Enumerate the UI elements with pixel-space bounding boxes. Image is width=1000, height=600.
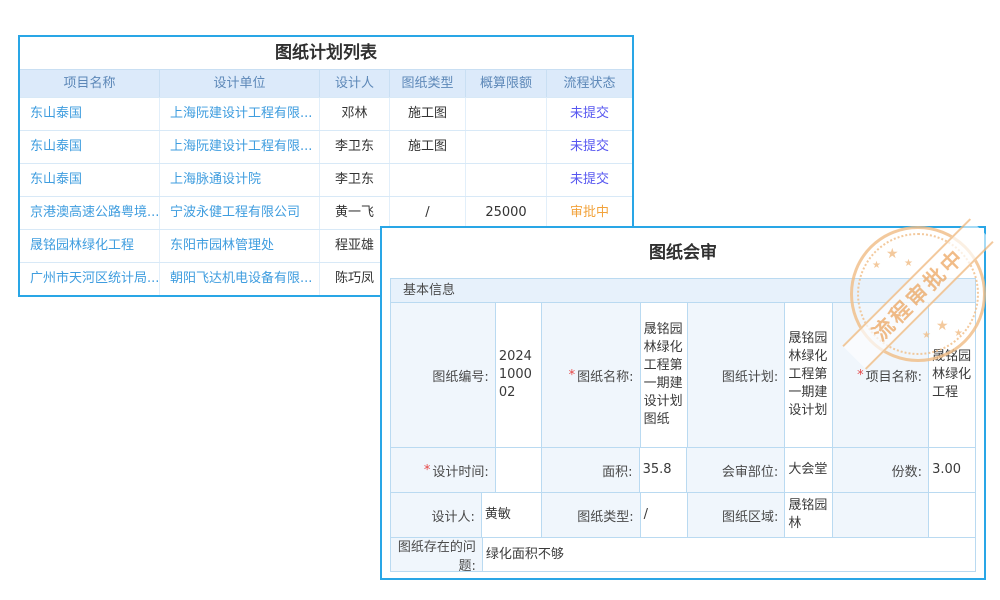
form-label-cell: 设计人:	[391, 493, 482, 537]
column-header-1: 项目名称	[20, 70, 160, 97]
form-row: 设计人:黄敏图纸类型:/图纸区域:晟铭园林	[391, 493, 975, 538]
budget-limit-cell: 25000	[466, 197, 547, 229]
form-label-cell: 图纸区域:	[688, 493, 786, 537]
form-value-cell: 晟铭园林绿化工程第一期建设计划图纸	[641, 303, 689, 447]
budget-limit-cell	[466, 131, 547, 163]
plan-list-title: 图纸计划列表	[20, 37, 632, 69]
table-row: 东山泰国上海阮建设计工程有限...邓林施工图 未提交	[20, 97, 632, 130]
column-header-2: 设计单位	[160, 70, 320, 97]
form-value-cell: 绿化面积不够	[483, 538, 975, 571]
form-label-cell: *设计时间:	[391, 448, 496, 492]
project-name-link[interactable]: 东山泰国	[20, 131, 160, 163]
designer-cell: 黄一飞	[320, 197, 390, 229]
form-label-cell: 面积:	[542, 448, 640, 492]
project-name-link[interactable]: 东山泰国	[20, 164, 160, 196]
designer-cell: 李卫东	[320, 131, 390, 163]
project-name-link[interactable]: 晟铭园林绿化工程	[20, 230, 160, 262]
designer-cell: 李卫东	[320, 164, 390, 196]
drawing-type-cell: 施工图	[390, 98, 466, 130]
form-value-cell: 黄敏	[482, 493, 542, 537]
form-label-cell: *项目名称:	[833, 303, 929, 447]
budget-limit-cell	[466, 164, 547, 196]
form-row: 图纸存在的问题:绿化面积不够	[391, 538, 975, 571]
required-asterisk-icon: *	[857, 368, 864, 383]
design-unit-link[interactable]: 东阳市园林管理处	[160, 230, 320, 262]
drawing-type-cell	[390, 164, 466, 196]
required-asterisk-icon: *	[424, 463, 431, 478]
budget-limit-cell	[466, 98, 547, 130]
column-header-3: 设计人	[320, 70, 390, 97]
form-row: *设计时间: 面积:35.8会审部位:大会堂份数:3.00	[391, 448, 975, 493]
screen: 图纸计划列表 项目名称设计单位设计人图纸类型概算限额流程状态 东山泰国上海阮建设…	[0, 0, 1000, 600]
form-label-cell: 图纸存在的问题:	[391, 538, 483, 571]
form-label-cell: 会审部位:	[687, 448, 785, 492]
form-label-cell: 份数:	[833, 448, 929, 492]
form-value-cell: 2024100002	[496, 303, 542, 447]
required-asterisk-icon: *	[569, 368, 576, 383]
status-link[interactable]: 未提交	[547, 164, 632, 196]
plan-table-header: 项目名称设计单位设计人图纸类型概算限额流程状态	[20, 69, 632, 97]
form-value-cell	[496, 448, 542, 492]
form-value-cell: /	[641, 493, 688, 537]
form-value-cell: 晟铭园林绿化工程第一期建设计划	[785, 303, 833, 447]
drawing-type-cell: /	[390, 197, 466, 229]
form-value-cell: 晟铭园林绿化工程	[929, 303, 975, 447]
form-row: 图纸编号:2024100002*图纸名称:晟铭园林绿化工程第一期建设计划图纸图纸…	[391, 303, 975, 448]
section-basic-info: 基本信息	[390, 278, 976, 302]
column-header-5: 概算限额	[466, 70, 547, 97]
form-label-cell: 图纸编号:	[391, 303, 496, 447]
status-link[interactable]: 未提交	[547, 131, 632, 163]
review-form-table: 图纸编号:2024100002*图纸名称:晟铭园林绿化工程第一期建设计划图纸图纸…	[390, 302, 976, 572]
status-link[interactable]: 审批中	[547, 197, 632, 229]
column-header-4: 图纸类型	[390, 70, 466, 97]
form-value-cell: 35.8	[640, 448, 688, 492]
design-unit-link[interactable]: 上海阮建设计工程有限...	[160, 98, 320, 130]
form-value-cell: 大会堂	[785, 448, 833, 492]
column-header-6: 流程状态	[547, 70, 632, 97]
form-value-cell: 3.00	[929, 448, 975, 492]
designer-cell: 邓林	[320, 98, 390, 130]
form-value-cell: 晟铭园林	[785, 493, 833, 537]
project-name-link[interactable]: 广州市天河区统计局...	[20, 263, 160, 295]
table-row: 东山泰国上海阮建设计工程有限...李卫东施工图 未提交	[20, 130, 632, 163]
project-name-link[interactable]: 东山泰国	[20, 98, 160, 130]
form-label-cell: 图纸类型:	[542, 493, 641, 537]
drawing-type-cell: 施工图	[390, 131, 466, 163]
form-label-cell	[833, 493, 929, 537]
project-name-link[interactable]: 京港澳高速公路粤境...	[20, 197, 160, 229]
table-row: 京港澳高速公路粤境...宁波永健工程有限公司黄一飞/25000审批中	[20, 196, 632, 229]
design-unit-link[interactable]: 上海阮建设计工程有限...	[160, 131, 320, 163]
form-label-cell: *图纸名称:	[542, 303, 641, 447]
design-unit-link[interactable]: 朝阳飞达机电设备有限...	[160, 263, 320, 295]
review-panel: 图纸会审 基本信息 图纸编号:2024100002*图纸名称:晟铭园林绿化工程第…	[380, 226, 986, 580]
design-unit-link[interactable]: 宁波永健工程有限公司	[160, 197, 320, 229]
design-unit-link[interactable]: 上海脉通设计院	[160, 164, 320, 196]
review-title: 图纸会审	[390, 240, 976, 266]
table-row: 东山泰国上海脉通设计院李卫东 未提交	[20, 163, 632, 196]
form-label-cell: 图纸计划:	[688, 303, 785, 447]
status-link[interactable]: 未提交	[547, 98, 632, 130]
form-value-cell	[929, 493, 975, 537]
